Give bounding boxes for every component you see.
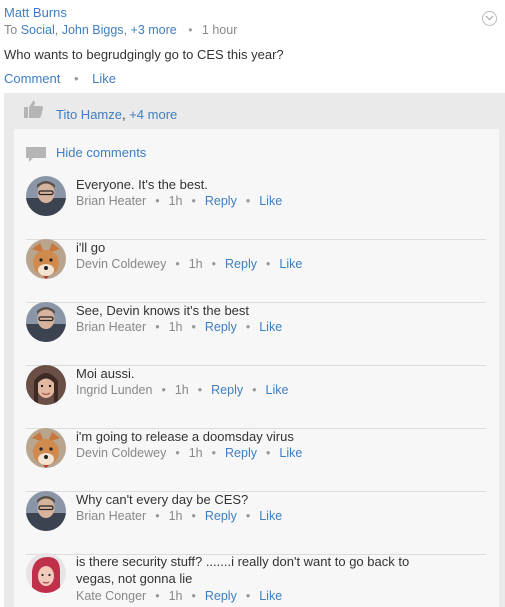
comment-like-button[interactable]: Like: [259, 320, 282, 334]
comment-like-button[interactable]: Like: [259, 194, 282, 208]
comment-meta: Devin Coldewey • 1h • Reply • Like: [76, 446, 303, 460]
chevron-down-icon[interactable]: [482, 11, 497, 26]
recipient-john-biggs-link[interactable]: John Biggs: [62, 23, 124, 37]
comment-item: Why can't every day be CES? Brian Heater…: [26, 491, 486, 555]
thumbs-up-icon: [24, 100, 44, 121]
comment-time: 1h: [188, 446, 203, 460]
comment-time: 1h: [168, 320, 183, 334]
comment-time: 1h: [168, 589, 183, 603]
comment-text: i'll go: [76, 240, 106, 255]
hide-comments-row: Hide comments: [14, 129, 499, 165]
post-text: Who wants to begrudgingly go to CES this…: [4, 47, 284, 62]
reply-button[interactable]: Reply: [225, 446, 257, 460]
post-actions: Comment • Like: [4, 71, 116, 86]
comment-meta: Ingrid Lunden • 1h • Reply • Like: [76, 383, 289, 397]
comment-time: 1h: [188, 257, 203, 271]
reply-button[interactable]: Reply: [225, 257, 257, 271]
comment-item: Everyone. It's the best. Brian Heater • 1h…: [26, 176, 486, 240]
avatar[interactable]: [26, 176, 66, 216]
to-label: To: [4, 23, 18, 37]
recipient-social-link[interactable]: Social: [21, 23, 55, 37]
comment-meta: Kate Conger • 1h • Reply • Like: [76, 589, 283, 603]
comment-text: i'm going to release a doomsday virus: [76, 429, 294, 444]
reply-button[interactable]: Reply: [205, 320, 237, 334]
avatar[interactable]: [26, 302, 66, 342]
comment-like-button[interactable]: Like: [279, 446, 302, 460]
comment-item: i'll go Devin Coldewey • 1h • Reply • Like: [26, 239, 486, 303]
comment-like-button[interactable]: Like: [279, 257, 302, 271]
comment-like-button[interactable]: Like: [266, 383, 289, 397]
hide-comments-button[interactable]: Hide comments: [56, 145, 146, 160]
comment-item: See, Devin knows it's the best Brian Hea…: [26, 302, 486, 366]
comment-like-button[interactable]: Like: [259, 509, 282, 523]
comment-bubble-icon: [26, 147, 46, 166]
comment-author[interactable]: Ingrid Lunden: [76, 383, 152, 397]
comment-author[interactable]: Devin Coldewey: [76, 257, 166, 271]
post-author-link[interactable]: Matt Burns: [4, 5, 505, 20]
comment-item: is there security stuff? .......i really…: [26, 553, 486, 607]
comment-author[interactable]: Brian Heater: [76, 509, 146, 523]
engagement-panel: Tito Hamze, +4 more Hide comments Everyo…: [4, 93, 505, 607]
post-time: 1 hour: [201, 23, 238, 37]
comment-author[interactable]: Devin Coldewey: [76, 446, 166, 460]
comment-text: Everyone. It's the best.: [76, 177, 208, 192]
likes-summary: Tito Hamze, +4 more: [56, 107, 178, 122]
like-button[interactable]: Like: [92, 71, 116, 86]
avatar[interactable]: [26, 553, 66, 593]
comments-list: Hide comments Everyone. It's the best. B…: [14, 129, 499, 607]
likers-more-link[interactable]: +4 more: [129, 107, 177, 122]
comment-like-button[interactable]: Like: [259, 589, 282, 603]
recipients-more-link[interactable]: +3 more: [131, 23, 177, 37]
comment-item: Moi aussi. Ingrid Lunden • 1h • Reply • Like: [26, 365, 486, 429]
comment-meta: Devin Coldewey • 1h • Reply • Like: [76, 257, 303, 271]
comment-author[interactable]: Brian Heater: [76, 320, 146, 334]
comment-meta: Brian Heater • 1h • Reply • Like: [76, 320, 283, 334]
reply-button[interactable]: Reply: [205, 509, 237, 523]
post-header: Matt Burns To Social, John Biggs, +3 mor…: [4, 5, 505, 37]
comment-item: i'm going to release a doomsday virus De…: [26, 428, 486, 492]
comment-text: is there security stuff? .......i really…: [76, 554, 410, 586]
avatar[interactable]: [26, 428, 66, 468]
likes-row: Tito Hamze, +4 more: [4, 93, 505, 129]
comment-time: 1h: [168, 194, 183, 208]
comment-time: 1h: [174, 383, 189, 397]
post-meta: To Social, John Biggs, +3 more • 1 hour: [4, 23, 238, 37]
reply-button[interactable]: Reply: [205, 194, 237, 208]
comment-text: See, Devin knows it's the best: [76, 303, 250, 318]
comment-meta: Brian Heater • 1h • Reply • Like: [76, 194, 283, 208]
separator-dot: •: [188, 23, 193, 37]
liker-link[interactable]: Tito Hamze: [56, 107, 122, 122]
comment-time: 1h: [168, 509, 183, 523]
avatar[interactable]: [26, 365, 66, 405]
comment-author[interactable]: Kate Conger: [76, 589, 146, 603]
reply-button[interactable]: Reply: [211, 383, 243, 397]
avatar[interactable]: [26, 239, 66, 279]
comment-meta: Brian Heater • 1h • Reply • Like: [76, 509, 283, 523]
comment-button[interactable]: Comment: [4, 71, 60, 86]
comment-text: Why can't every day be CES?: [76, 492, 249, 507]
reply-button[interactable]: Reply: [205, 589, 237, 603]
comment-text: Moi aussi.: [76, 366, 135, 381]
separator-dot: •: [73, 71, 79, 86]
avatar[interactable]: [26, 491, 66, 531]
comment-author[interactable]: Brian Heater: [76, 194, 146, 208]
